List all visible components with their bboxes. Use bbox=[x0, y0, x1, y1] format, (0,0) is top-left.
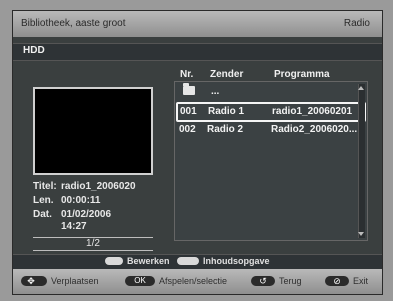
time-value: 14:27 bbox=[61, 221, 87, 232]
list-item-002[interactable]: 002 Radio 2 Radio2_2006020... bbox=[177, 122, 361, 138]
ok-key-icon: OK bbox=[125, 276, 155, 286]
row-zender: Radio 1 bbox=[208, 106, 245, 117]
row-programma: radio1_20060201 bbox=[272, 106, 353, 117]
ok-help-label: Afspelen/selectie bbox=[159, 276, 228, 286]
row-nr: 002 bbox=[179, 124, 196, 135]
content-key-icon bbox=[177, 257, 199, 265]
mode-label: Radio bbox=[343, 18, 370, 29]
folder-label: ... bbox=[211, 86, 220, 97]
title-label: Titel: bbox=[33, 181, 57, 192]
length-value: 00:00:11 bbox=[61, 195, 101, 206]
date-label: Dat. bbox=[33, 209, 52, 220]
dpad-icon: ✥ bbox=[27, 276, 35, 286]
section-header: HDD bbox=[13, 43, 382, 61]
header-zender: Zender bbox=[210, 69, 244, 80]
scroll-down-icon[interactable] bbox=[358, 232, 364, 236]
action-bar: Bewerken Inhoudsopgave bbox=[13, 254, 382, 270]
content-action-label: Inhoudsopgave bbox=[203, 256, 270, 266]
header-nr: Nr. bbox=[180, 69, 194, 80]
preview-window bbox=[33, 87, 153, 175]
edit-action-label: Bewerken bbox=[127, 256, 170, 266]
header-programma: Programma bbox=[274, 69, 330, 80]
tv-screen: Bibliotheek, aaste groot Radio HDD Titel… bbox=[12, 10, 383, 295]
recording-info: Titel: radio1_2006020 Len. 00:00:11 Dat.… bbox=[33, 181, 159, 235]
scroll-up-icon[interactable] bbox=[358, 86, 364, 90]
date-value: 01/02/2006 bbox=[61, 209, 112, 220]
section-title: HDD bbox=[23, 45, 45, 56]
back-key-icon: ↺ bbox=[251, 276, 275, 286]
exit-help-label: Exit bbox=[353, 276, 369, 286]
length-label: Len. bbox=[33, 195, 54, 206]
dpad-key-icon: ✥ bbox=[21, 276, 47, 286]
page-indicator: 1/2 bbox=[33, 237, 153, 251]
exit-icon: ⊘ bbox=[333, 276, 341, 286]
back-help-label: Terug bbox=[279, 276, 302, 286]
top-bar: Bibliotheek, aaste groot Radio bbox=[13, 11, 382, 37]
title-value: radio1_2006020 bbox=[61, 181, 136, 192]
info-length-row: Len. 00:00:11 bbox=[33, 195, 159, 209]
info-title-row: Titel: radio1_2006020 bbox=[33, 181, 159, 195]
back-icon: ↺ bbox=[259, 276, 267, 286]
row-programma: Radio2_2006020... bbox=[271, 124, 358, 135]
recordings-list[interactable]: ... 001 Radio 1 radio1_20060201 002 Radi… bbox=[174, 81, 368, 241]
list-header: Nr. Zender Programma bbox=[176, 67, 366, 81]
list-item-001[interactable]: 001 Radio 1 radio1_20060201 bbox=[176, 102, 366, 122]
nav-help-label: Verplaatsen bbox=[51, 276, 99, 286]
folder-icon bbox=[183, 83, 195, 95]
library-title: Bibliotheek, aaste groot bbox=[21, 18, 126, 29]
edit-key-icon bbox=[105, 257, 123, 265]
exit-key-icon: ⊘ bbox=[325, 276, 349, 286]
list-scrollbar[interactable] bbox=[358, 84, 365, 238]
info-date-row: Dat. 01/02/2006 14:27 bbox=[33, 209, 159, 235]
row-zender: Radio 2 bbox=[207, 124, 244, 135]
list-item-folder[interactable]: ... bbox=[177, 83, 361, 100]
bottom-help-bar: ✥ Verplaatsen OK Afspelen/selectie ↺ Ter… bbox=[13, 269, 382, 294]
ok-icon: OK bbox=[134, 276, 146, 285]
row-nr: 001 bbox=[180, 106, 197, 117]
